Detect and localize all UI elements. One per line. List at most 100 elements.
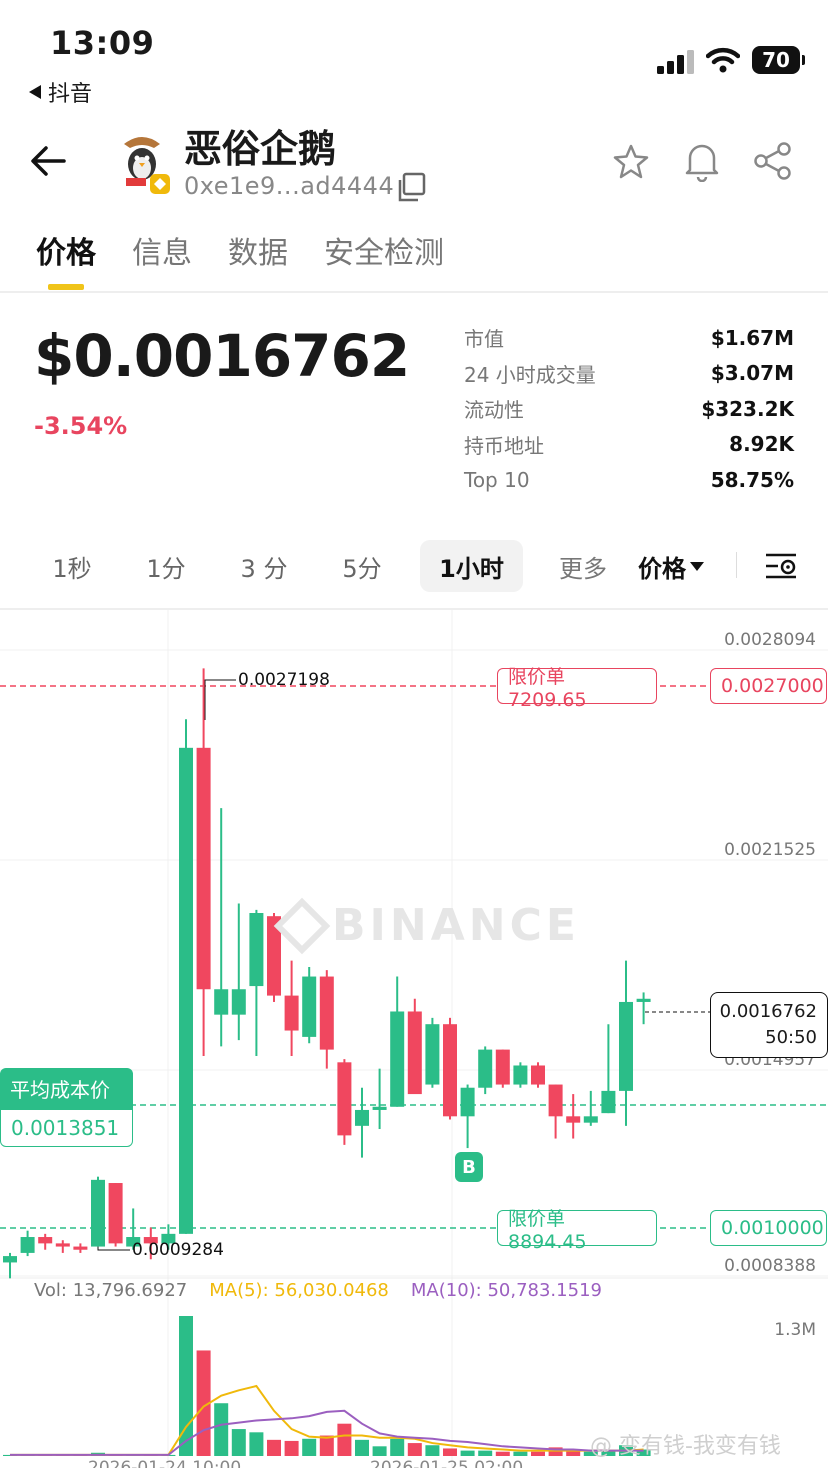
battery-indicator: 70: [752, 46, 805, 74]
token-name: 恶俗企鹅: [184, 127, 337, 171]
x-axis-date: 2026-01-25 02:00: [370, 1458, 524, 1468]
tab-data[interactable]: 数据: [228, 228, 288, 272]
volume-bar: [249, 1432, 264, 1456]
volume-bar: [443, 1448, 457, 1456]
candle-body: [513, 1065, 528, 1085]
token-stats: 市值 $1.67M 24 小时成交量 $3.07M 流动性 $323.2K 持币地址 8…: [464, 320, 794, 498]
stat-value: $323.2K: [701, 396, 794, 421]
volume-bar: [372, 1446, 387, 1456]
interval-bar: 1秒 1分 3 分 5分 1小时 更多 价格: [0, 540, 828, 596]
stat-row: 24 小时成交量 $3.07M: [464, 356, 794, 392]
star-icon[interactable]: [612, 143, 650, 181]
limit-buy-price-tag: 0.0010000: [710, 1210, 827, 1246]
tab-info[interactable]: 信息: [132, 228, 192, 272]
stat-label: 持币地址: [464, 433, 544, 458]
price-type-label: 价格: [638, 554, 686, 583]
stat-row: Top 10 58.75%: [464, 462, 794, 498]
average-cost-label: 平均成本价 0.0013851: [0, 1068, 133, 1147]
tab-security-check[interactable]: 安全检测: [324, 228, 444, 272]
limit-buy-order-tag[interactable]: 限价单 8894.45: [497, 1208, 657, 1253]
volume-bar: [284, 1440, 299, 1456]
limit-sell-price-tag: 0.0027000: [710, 668, 827, 704]
contract-address: 0xe1e9...ad4444: [184, 172, 395, 200]
binance-watermark: BINANCE: [273, 897, 580, 954]
share-icon[interactable]: [752, 140, 794, 182]
back-to-app-link[interactable]: 抖音: [28, 76, 92, 108]
candle-body: [583, 1116, 598, 1123]
volume-axis-label: 1.3M: [774, 1320, 816, 1340]
candle-body: [73, 1246, 88, 1250]
watermark-text: BINANCE: [332, 900, 580, 951]
avg-cost-value: 0.0013851: [0, 1109, 133, 1147]
price-change: -3.54%: [34, 412, 128, 440]
low-price-label: 0.0009284: [132, 1240, 224, 1260]
back-arrow-icon[interactable]: [28, 142, 68, 180]
volume-bar: [513, 1451, 528, 1456]
back-app-label: 抖音: [48, 82, 93, 107]
volume-bar: [337, 1423, 352, 1456]
current-price-marker: 0.0016762 50:50: [710, 992, 828, 1058]
volume-bar: [302, 1438, 317, 1456]
tab-bar: 价格 信息 数据 安全检测: [36, 228, 444, 272]
token-avatar-icon: [124, 137, 170, 194]
candle-body: [460, 1087, 475, 1117]
candle-body: [636, 998, 651, 1002]
candle-body: [495, 1049, 510, 1085]
interval-5m[interactable]: 5分: [330, 540, 394, 592]
volume-bar: [460, 1450, 475, 1456]
candle-body: [249, 913, 264, 987]
corner-watermark: @ 变有钱-我变有钱: [590, 1434, 781, 1459]
tab-divider: [0, 291, 828, 293]
copy-icon[interactable]: [396, 172, 426, 202]
stat-label: 流动性: [464, 398, 524, 423]
chart-canvas: [0, 610, 828, 1468]
binance-logo-icon: [273, 897, 331, 954]
y-axis-label: 0.0028094: [724, 630, 816, 650]
chart-settings-icon[interactable]: [764, 550, 798, 582]
price-type-dropdown[interactable]: 价格: [638, 540, 704, 592]
y-axis-label: 0.0008388: [724, 1256, 816, 1276]
volume-bar: [214, 1403, 229, 1456]
tab-price[interactable]: 价格: [36, 228, 96, 272]
x-axis-date: 2026-01-24 10:00: [88, 1458, 242, 1468]
stat-label: 24 小时成交量: [464, 362, 596, 387]
vol-value: Vol: 13,796.6927: [34, 1280, 188, 1301]
candle-body: [355, 1109, 369, 1126]
stat-label: Top 10: [464, 467, 530, 492]
candle-body: [55, 1243, 70, 1247]
interval-more[interactable]: 更多: [548, 540, 618, 592]
candle-body: [478, 1049, 493, 1088]
volume-legend: Vol: 13,796.6927 MA(5): 56,030.0468 MA(1…: [34, 1280, 602, 1301]
stat-row: 持币地址 8.92K: [464, 427, 794, 463]
stat-value: 8.92K: [729, 432, 794, 457]
volume-bar: [478, 1450, 493, 1456]
wifi-icon: [706, 47, 740, 73]
bell-icon[interactable]: [682, 140, 722, 182]
candle-body: [196, 747, 211, 990]
candle-body: [601, 1090, 616, 1114]
current-price-value: 0.0016762: [719, 1001, 817, 1022]
volume-bar: [267, 1439, 281, 1456]
candle-body: [284, 995, 299, 1031]
buy-marker[interactable]: B: [455, 1152, 483, 1182]
status-time: 13:09: [50, 24, 155, 62]
back-triangle-icon: [29, 85, 41, 99]
candle-body: [425, 1024, 440, 1085]
cellular-signal-icon: [657, 50, 694, 74]
volume-bar: [495, 1451, 510, 1456]
candle-body: [390, 1011, 405, 1107]
limit-sell-order-tag[interactable]: 限价单 7209.65: [497, 666, 657, 711]
volume-bar: [231, 1429, 246, 1456]
active-tab-indicator: [48, 284, 84, 290]
price-chart[interactable]: BINANCE 0.0028094 0.0021525 0.0014957 0.…: [0, 610, 828, 1468]
candle-body: [566, 1116, 581, 1123]
interval-3m[interactable]: 3 分: [228, 540, 300, 592]
current-price: $0.0016762: [34, 322, 410, 390]
candle-body: [548, 1084, 563, 1117]
candle-body: [337, 1062, 352, 1136]
interval-1h[interactable]: 1小时: [420, 540, 523, 592]
interval-1s[interactable]: 1秒: [40, 540, 104, 592]
interval-1m[interactable]: 1分: [134, 540, 198, 592]
candle-body: [3, 1256, 17, 1263]
candle-body: [302, 976, 317, 1037]
